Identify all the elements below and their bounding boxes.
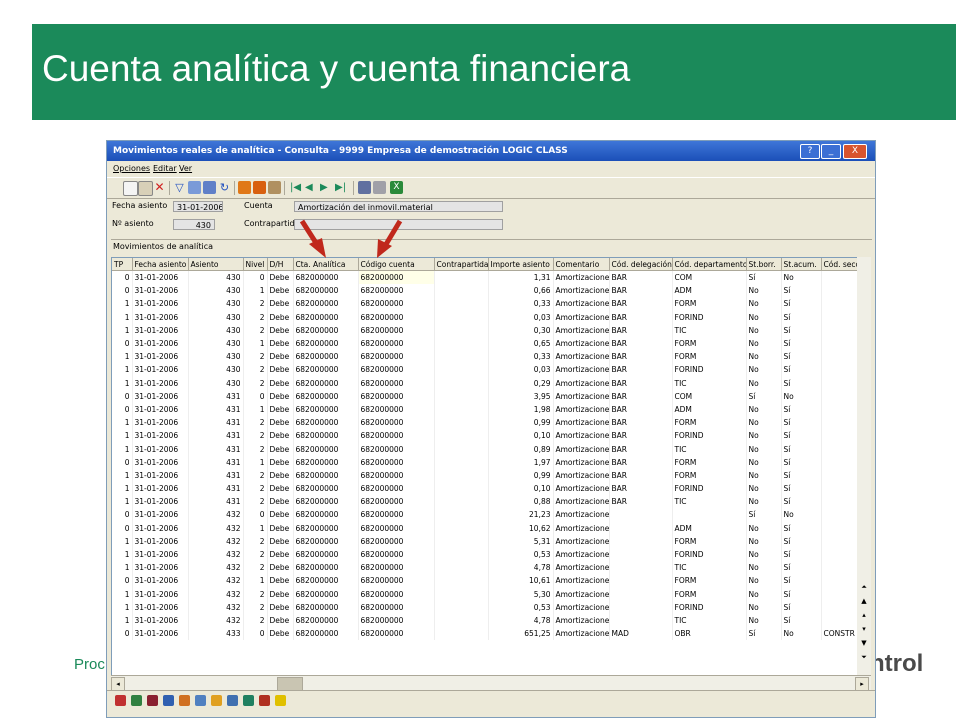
annotation-arrows (299, 219, 403, 258)
red-arrow-icon (299, 219, 326, 258)
red-arrow-icon (377, 219, 403, 258)
